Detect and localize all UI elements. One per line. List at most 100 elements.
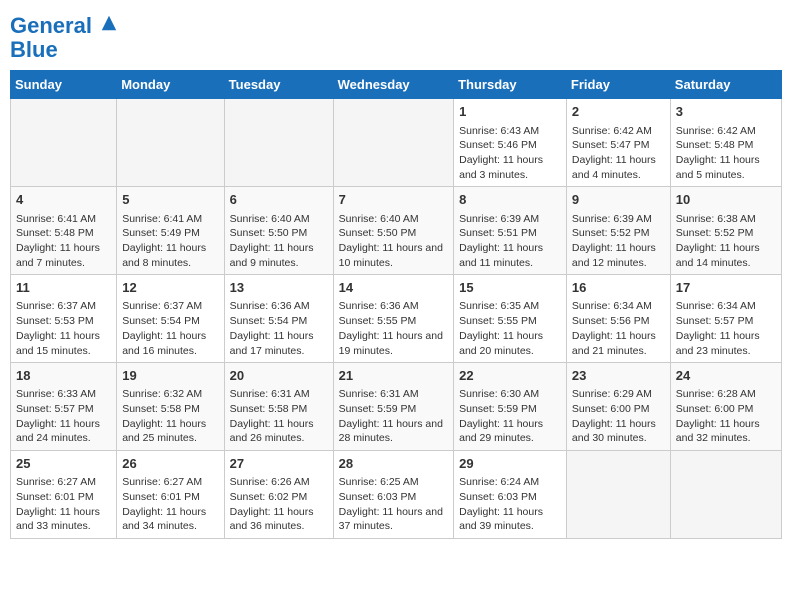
calendar-cell: 24 Sunrise: 6:28 AM Sunset: 6:00 PM Dayli… (670, 363, 781, 451)
calendar-cell: 15 Sunrise: 6:35 AM Sunset: 5:55 PM Dayli… (454, 275, 567, 363)
calendar-cell: 5Sunrise: 6:41 AM Sunset: 5:49 PM Daylig… (117, 187, 224, 275)
calendar-cell: 10 Sunrise: 6:38 AM Sunset: 5:52 PM Dayli… (670, 187, 781, 275)
calendar-table: SundayMondayTuesdayWednesdayThursdayFrid… (10, 70, 782, 539)
calendar-cell: 13 Sunrise: 6:36 AM Sunset: 5:54 PM Dayli… (224, 275, 333, 363)
day-header-wednesday: Wednesday (333, 71, 453, 99)
calendar-cell: 26 Sunrise: 6:27 AM Sunset: 6:01 PM Dayli… (117, 451, 224, 539)
day-info: Sunrise: 6:37 AM Sunset: 5:53 PM Dayligh… (16, 299, 111, 358)
day-info: Sunrise: 6:31 AM Sunset: 5:58 PM Dayligh… (230, 387, 328, 446)
day-number: 14 (339, 279, 448, 297)
day-number: 29 (459, 455, 561, 473)
day-info: Sunrise: 6:25 AM Sunset: 6:03 PM Dayligh… (339, 475, 448, 534)
calendar-week-2: 4Sunrise: 6:41 AM Sunset: 5:48 PM Daylig… (11, 187, 782, 275)
day-number: 18 (16, 367, 111, 385)
logo: General Blue (10, 14, 118, 62)
day-number: 15 (459, 279, 561, 297)
calendar-cell: 3 Sunrise: 6:42 AM Sunset: 5:48 PM Daylig… (670, 99, 781, 187)
day-info: Sunrise: 6:41 AM Sunset: 5:49 PM Dayligh… (122, 212, 218, 271)
day-info: Sunrise: 6:31 AM Sunset: 5:59 PM Dayligh… (339, 387, 448, 446)
calendar-cell: 12 Sunrise: 6:37 AM Sunset: 5:54 PM Dayli… (117, 275, 224, 363)
calendar-cell: 9 Sunrise: 6:39 AM Sunset: 5:52 PM Daylig… (566, 187, 670, 275)
day-header-friday: Friday (566, 71, 670, 99)
day-info: Sunrise: 6:29 AM Sunset: 6:00 PM Dayligh… (572, 387, 665, 446)
calendar-week-3: 11 Sunrise: 6:37 AM Sunset: 5:53 PM Dayli… (11, 275, 782, 363)
calendar-cell: 20 Sunrise: 6:31 AM Sunset: 5:58 PM Dayli… (224, 363, 333, 451)
day-info: Sunrise: 6:42 AM Sunset: 5:48 PM Dayligh… (676, 124, 776, 183)
calendar-cell: 14 Sunrise: 6:36 AM Sunset: 5:55 PM Dayli… (333, 275, 453, 363)
calendar-week-5: 25 Sunrise: 6:27 AM Sunset: 6:01 PM Dayli… (11, 451, 782, 539)
day-number: 9 (572, 191, 665, 209)
calendar-cell (224, 99, 333, 187)
day-number: 8 (459, 191, 561, 209)
day-info: Sunrise: 6:39 AM Sunset: 5:52 PM Dayligh… (572, 212, 665, 271)
calendar-cell: 18 Sunrise: 6:33 AM Sunset: 5:57 PM Dayli… (11, 363, 117, 451)
calendar-cell: 25 Sunrise: 6:27 AM Sunset: 6:01 PM Dayli… (11, 451, 117, 539)
day-info: Sunrise: 6:38 AM Sunset: 5:52 PM Dayligh… (676, 212, 776, 271)
day-info: Sunrise: 6:34 AM Sunset: 5:56 PM Dayligh… (572, 299, 665, 358)
calendar-cell: 17Sunrise: 6:34 AM Sunset: 5:57 PM Dayli… (670, 275, 781, 363)
calendar-cell: 1 Sunrise: 6:43 AM Sunset: 5:46 PM Daylig… (454, 99, 567, 187)
day-info: Sunrise: 6:43 AM Sunset: 5:46 PM Dayligh… (459, 124, 561, 183)
calendar-week-1: 1 Sunrise: 6:43 AM Sunset: 5:46 PM Daylig… (11, 99, 782, 187)
day-info: Sunrise: 6:42 AM Sunset: 5:47 PM Dayligh… (572, 124, 665, 183)
day-number: 25 (16, 455, 111, 473)
day-number: 12 (122, 279, 218, 297)
day-info: Sunrise: 6:34 AM Sunset: 5:57 PM Dayligh… (676, 299, 776, 358)
calendar-cell: 8Sunrise: 6:39 AM Sunset: 5:51 PM Daylig… (454, 187, 567, 275)
day-header-saturday: Saturday (670, 71, 781, 99)
day-number: 24 (676, 367, 776, 385)
day-header-tuesday: Tuesday (224, 71, 333, 99)
day-info: Sunrise: 6:33 AM Sunset: 5:57 PM Dayligh… (16, 387, 111, 446)
calendar-cell: 6Sunrise: 6:40 AM Sunset: 5:50 PM Daylig… (224, 187, 333, 275)
day-header-monday: Monday (117, 71, 224, 99)
day-number: 13 (230, 279, 328, 297)
calendar-week-4: 18 Sunrise: 6:33 AM Sunset: 5:57 PM Dayli… (11, 363, 782, 451)
day-number: 23 (572, 367, 665, 385)
day-info: Sunrise: 6:40 AM Sunset: 5:50 PM Dayligh… (230, 212, 328, 271)
day-info: Sunrise: 6:32 AM Sunset: 5:58 PM Dayligh… (122, 387, 218, 446)
calendar-cell (670, 451, 781, 539)
day-number: 3 (676, 103, 776, 121)
day-number: 20 (230, 367, 328, 385)
day-info: Sunrise: 6:40 AM Sunset: 5:50 PM Dayligh… (339, 212, 448, 271)
day-info: Sunrise: 6:27 AM Sunset: 6:01 PM Dayligh… (16, 475, 111, 534)
day-number: 21 (339, 367, 448, 385)
day-info: Sunrise: 6:41 AM Sunset: 5:48 PM Dayligh… (16, 212, 111, 271)
logo-text: General (10, 14, 118, 38)
day-info: Sunrise: 6:28 AM Sunset: 6:00 PM Dayligh… (676, 387, 776, 446)
day-info: Sunrise: 6:36 AM Sunset: 5:54 PM Dayligh… (230, 299, 328, 358)
day-info: Sunrise: 6:30 AM Sunset: 5:59 PM Dayligh… (459, 387, 561, 446)
calendar-cell: 11 Sunrise: 6:37 AM Sunset: 5:53 PM Dayli… (11, 275, 117, 363)
calendar-cell: 7Sunrise: 6:40 AM Sunset: 5:50 PM Daylig… (333, 187, 453, 275)
calendar-cell (566, 451, 670, 539)
day-info: Sunrise: 6:24 AM Sunset: 6:03 PM Dayligh… (459, 475, 561, 534)
day-number: 27 (230, 455, 328, 473)
day-number: 11 (16, 279, 111, 297)
calendar-cell: 16 Sunrise: 6:34 AM Sunset: 5:56 PM Dayli… (566, 275, 670, 363)
day-info: Sunrise: 6:35 AM Sunset: 5:55 PM Dayligh… (459, 299, 561, 358)
calendar-cell: 19 Sunrise: 6:32 AM Sunset: 5:58 PM Dayli… (117, 363, 224, 451)
calendar-cell: 28 Sunrise: 6:25 AM Sunset: 6:03 PM Dayli… (333, 451, 453, 539)
calendar-cell: 21 Sunrise: 6:31 AM Sunset: 5:59 PM Dayli… (333, 363, 453, 451)
logo-text-blue: Blue (10, 38, 118, 62)
calendar-cell: 23 Sunrise: 6:29 AM Sunset: 6:00 PM Dayli… (566, 363, 670, 451)
day-info: Sunrise: 6:36 AM Sunset: 5:55 PM Dayligh… (339, 299, 448, 358)
day-number: 1 (459, 103, 561, 121)
calendar-cell (333, 99, 453, 187)
day-number: 28 (339, 455, 448, 473)
day-number: 26 (122, 455, 218, 473)
day-info: Sunrise: 6:26 AM Sunset: 6:02 PM Dayligh… (230, 475, 328, 534)
day-header-thursday: Thursday (454, 71, 567, 99)
calendar-cell: 29 Sunrise: 6:24 AM Sunset: 6:03 PM Dayli… (454, 451, 567, 539)
day-info: Sunrise: 6:37 AM Sunset: 5:54 PM Dayligh… (122, 299, 218, 358)
day-number: 16 (572, 279, 665, 297)
day-number: 22 (459, 367, 561, 385)
calendar-cell: 2 Sunrise: 6:42 AM Sunset: 5:47 PM Daylig… (566, 99, 670, 187)
calendar-cell (11, 99, 117, 187)
day-number: 2 (572, 103, 665, 121)
day-number: 19 (122, 367, 218, 385)
calendar-cell: 4Sunrise: 6:41 AM Sunset: 5:48 PM Daylig… (11, 187, 117, 275)
day-number: 10 (676, 191, 776, 209)
calendar-cell: 27 Sunrise: 6:26 AM Sunset: 6:02 PM Dayli… (224, 451, 333, 539)
day-info: Sunrise: 6:27 AM Sunset: 6:01 PM Dayligh… (122, 475, 218, 534)
